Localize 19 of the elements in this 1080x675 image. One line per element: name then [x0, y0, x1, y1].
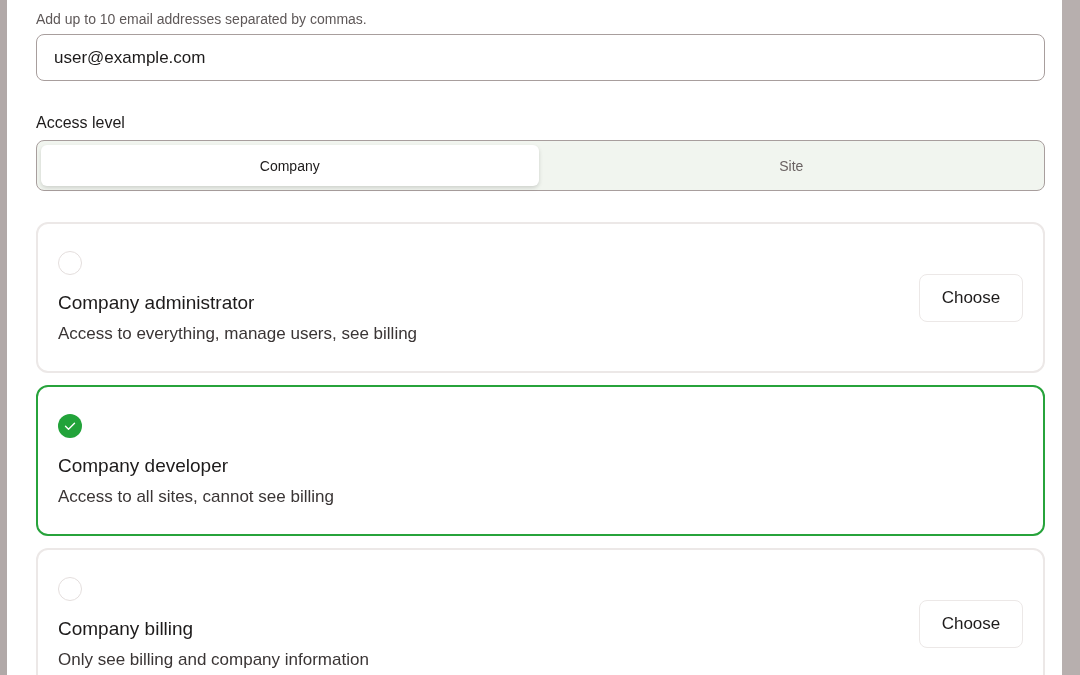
role-card[interactable]: Company billing Only see billing and company information Choose [36, 548, 1045, 675]
radio-icon[interactable] [58, 251, 82, 275]
field-label: Access level [36, 114, 126, 132]
role-title: Company billing [58, 618, 194, 640]
role-description: Access to all sites, cannot see billing [58, 487, 334, 507]
role-title: Company administrator [58, 292, 255, 314]
role-title: Company developer [58, 455, 229, 477]
email-input[interactable]: user@example.com [36, 34, 1045, 81]
role-card[interactable]: Company developer Access to all sites, cannot see billing [36, 385, 1045, 536]
segment-tab[interactable]: Company [41, 145, 539, 186]
choose-button[interactable]: Choose [919, 273, 1023, 322]
choose-button[interactable]: Choose [919, 599, 1023, 648]
role-description: Access to everything, manage users, see billing [58, 324, 418, 344]
checked-radio-icon[interactable] [58, 414, 82, 438]
radio-icon[interactable] [58, 577, 82, 601]
role-card[interactable]: Company administrator Access to everything, manage users, see billing Choose [36, 222, 1045, 373]
segment-tab[interactable]: Site [542, 145, 1040, 186]
field-hint: Add up to 10 email addresses separated by commas. [36, 11, 368, 27]
role-description: Only see billing and company information [58, 650, 369, 670]
